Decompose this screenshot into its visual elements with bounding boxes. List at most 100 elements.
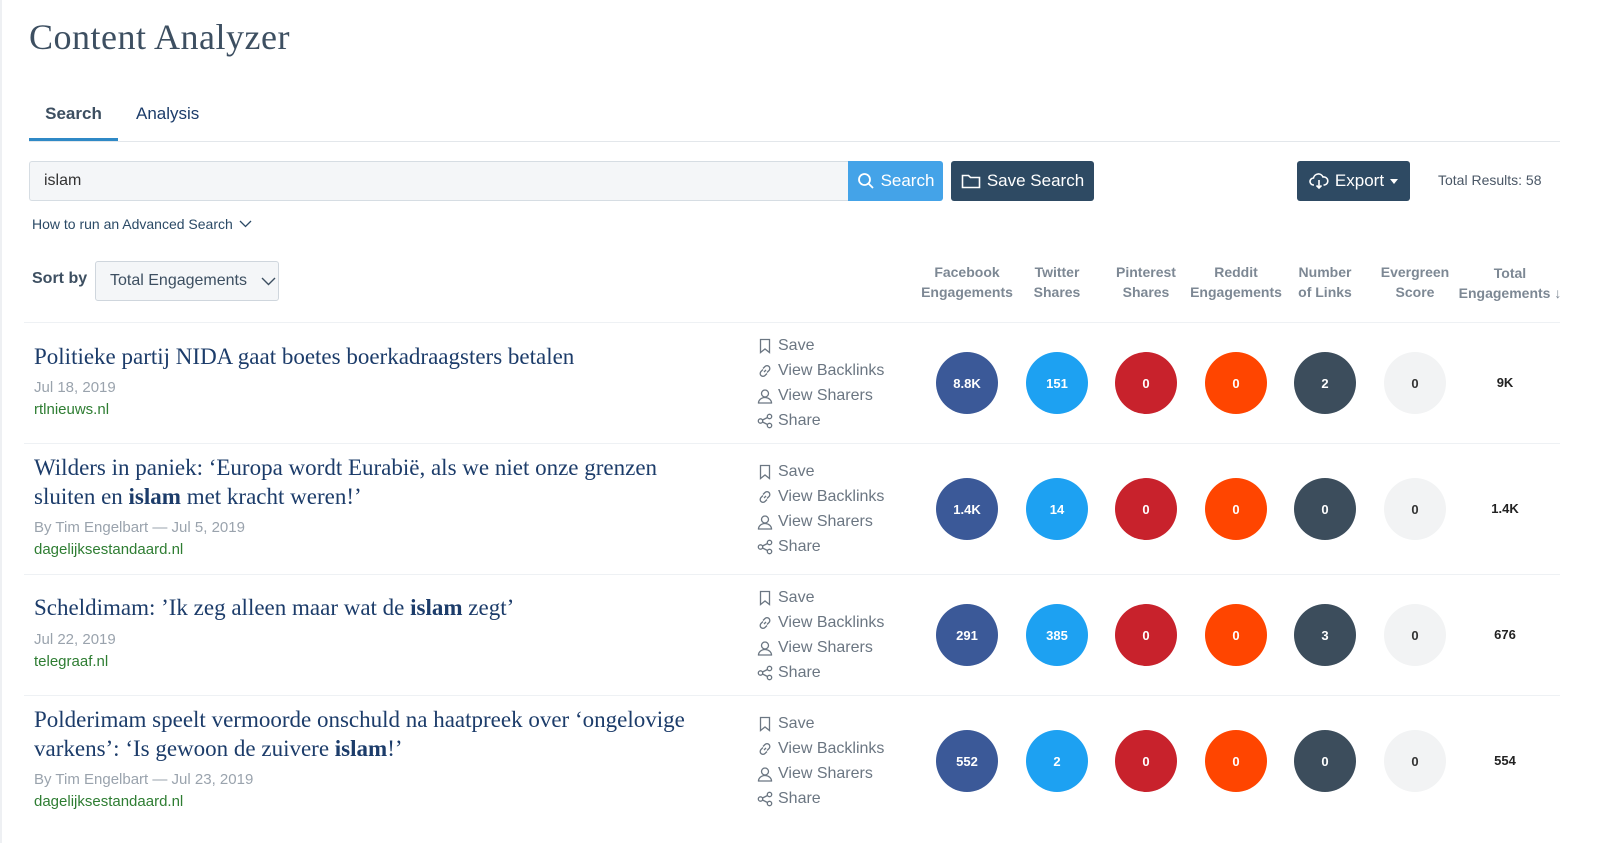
save-action-label: Save [778,715,815,732]
tab-search[interactable]: Search [29,96,118,141]
number-of-links-badge[interactable]: 0 [1294,730,1356,792]
view-sharers-label: View Sharers [778,765,873,782]
title-text: Politieke partij NIDA gaat boetes boerka… [34,344,575,369]
chevron-down-icon [261,277,276,285]
result-row: Scheldimam: ’Ik zeg alleen maar wat de i… [24,574,1560,695]
view-backlinks-action[interactable]: View Backlinks [757,359,884,383]
view-backlinks-action[interactable]: View Backlinks [757,737,884,761]
advanced-search-link[interactable]: How to run an Advanced Search [32,216,252,232]
search-input[interactable] [29,161,848,201]
page-left-border [0,0,2,843]
article-title[interactable]: Wilders in paniek: ‘Europa wordt Eurabië… [34,453,714,511]
search-button-label: Search [880,171,935,190]
view-sharers-action[interactable]: View Sharers [757,762,884,786]
total-engagements-value: 554 [1494,753,1516,768]
bookmark-icon [759,464,771,480]
sort-by-label: Sort by [32,270,88,287]
column-header-twitter[interactable]: Twitter Shares [1007,262,1107,302]
view-sharers-action[interactable]: View Sharers [757,384,884,408]
article-title[interactable]: Scheldimam: ’Ik zeg alleen maar wat de i… [34,593,714,622]
advanced-search-label: How to run an Advanced Search [32,216,233,232]
share-action[interactable]: Share [757,409,884,433]
result-row: Wilders in paniek: ‘Europa wordt Eurabië… [24,443,1560,574]
number-of-links-badge[interactable]: 3 [1294,604,1356,666]
save-action-label: Save [778,337,815,354]
share-icon [757,665,773,681]
column-header-total[interactable]: Total Engagements ↓ [1455,263,1565,303]
article-domain[interactable]: dagelijksestandaard.nl [34,541,183,558]
save-action-label: Save [778,463,815,480]
share-action[interactable]: Share [757,787,884,811]
row-actions: Save View Backlinks View Sharers Share [757,460,884,560]
pinterest-shares-badge: 0 [1115,352,1177,414]
article-meta: Jul 22, 2019 [34,631,116,648]
user-icon [757,767,773,782]
title-highlight: islam [128,484,181,509]
evergreen-score-badge: 0 [1384,604,1446,666]
reddit-engagements-badge: 0 [1205,730,1267,792]
facebook-engagements-badge: 8.8K [936,352,998,414]
total-engagements-value: 1.4K [1491,501,1519,516]
save-action[interactable]: Save [757,712,884,736]
view-sharers-label: View Sharers [778,513,873,530]
view-sharers-action[interactable]: View Sharers [757,636,884,660]
view-backlinks-action[interactable]: View Backlinks [757,611,884,635]
article-domain[interactable]: rtlnieuws.nl [34,401,109,418]
column-header-links[interactable]: Number of Links [1275,262,1375,302]
reddit-engagements-badge: 0 [1205,352,1267,414]
share-action-label: Share [778,664,821,681]
article-meta: By Tim Engelbart — Jul 5, 2019 [34,519,245,536]
column-header-pinterest[interactable]: Pinterest Shares [1096,262,1196,302]
article-meta: By Tim Engelbart — Jul 23, 2019 [34,771,254,788]
share-action[interactable]: Share [757,661,884,685]
title-text: zegt’ [462,595,515,620]
twitter-shares-badge: 14 [1026,478,1088,540]
save-action[interactable]: Save [757,586,884,610]
article-title[interactable]: Polderimam speelt vermoorde onschuld na … [34,705,714,763]
tab-bar: Search Analysis [29,96,1560,142]
twitter-shares-badge: 151 [1026,352,1088,414]
search-button[interactable]: Search [848,161,943,201]
user-icon [757,641,773,656]
number-of-links-badge[interactable]: 0 [1294,478,1356,540]
link-icon [759,743,771,755]
save-search-button[interactable]: Save Search [951,161,1094,201]
view-backlinks-action[interactable]: View Backlinks [757,485,884,509]
pinterest-shares-badge: 0 [1115,478,1177,540]
share-icon [757,413,773,429]
link-icon [759,365,771,377]
reddit-engagements-badge: 0 [1205,478,1267,540]
save-action[interactable]: Save [757,334,884,358]
total-results: Total Results: 58 [1438,172,1542,188]
article-title[interactable]: Politieke partij NIDA gaat boetes boerka… [34,342,714,371]
export-label: Export [1334,171,1385,190]
caret-down-icon [1390,178,1399,184]
save-action[interactable]: Save [757,460,884,484]
evergreen-score-badge: 0 [1384,730,1446,792]
facebook-engagements-badge: 291 [936,604,998,666]
export-button[interactable]: Export [1297,161,1410,201]
bookmark-icon [759,338,771,354]
sort-select[interactable]: Total Engagements [95,261,279,301]
user-icon [757,515,773,530]
title-text: met kracht weren!’ [180,484,362,509]
result-row: Polderimam speelt vermoorde onschuld na … [24,695,1560,844]
link-icon [759,617,771,629]
article-domain[interactable]: dagelijksestandaard.nl [34,793,183,810]
article-domain[interactable]: telegraaf.nl [34,653,108,670]
pinterest-shares-badge: 0 [1115,730,1177,792]
result-row: Politieke partij NIDA gaat boetes boerka… [24,322,1560,443]
number-of-links-badge[interactable]: 2 [1294,352,1356,414]
facebook-engagements-badge: 552 [936,730,998,792]
view-sharers-action[interactable]: View Sharers [757,510,884,534]
share-icon [757,539,773,555]
sort-selected-value: Total Engagements [110,272,247,289]
tab-analysis[interactable]: Analysis [136,96,199,140]
total-engagements-value: 9K [1496,375,1514,390]
evergreen-score-badge: 0 [1384,478,1446,540]
share-action[interactable]: Share [757,535,884,559]
column-header-evergreen[interactable]: Evergreen Score [1365,262,1465,302]
evergreen-score-badge: 0 [1384,352,1446,414]
column-header-reddit[interactable]: Reddit Engagements [1186,262,1286,302]
column-header-facebook[interactable]: Facebook Engagements [917,262,1017,302]
